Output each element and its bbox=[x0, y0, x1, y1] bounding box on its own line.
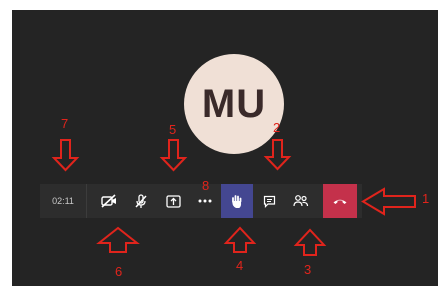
annotation-3: 3 bbox=[304, 262, 312, 277]
annotation-2: 2 bbox=[273, 120, 281, 135]
arrow-5 bbox=[159, 139, 188, 172]
arrow-1 bbox=[361, 187, 416, 216]
arrow-3 bbox=[293, 228, 327, 256]
annotation-arrows bbox=[51, 139, 416, 256]
arrow-4 bbox=[223, 226, 257, 253]
annotation-7: 7 bbox=[61, 116, 69, 131]
annotation-1: 1 bbox=[422, 191, 430, 206]
arrow-6 bbox=[96, 226, 140, 253]
annotation-4: 4 bbox=[236, 258, 244, 273]
annotation-8: 8 bbox=[202, 178, 210, 193]
arrow-7 bbox=[51, 139, 80, 172]
annotation-6: 6 bbox=[115, 264, 123, 279]
annotation-5: 5 bbox=[169, 122, 177, 137]
arrow-2 bbox=[263, 139, 292, 171]
